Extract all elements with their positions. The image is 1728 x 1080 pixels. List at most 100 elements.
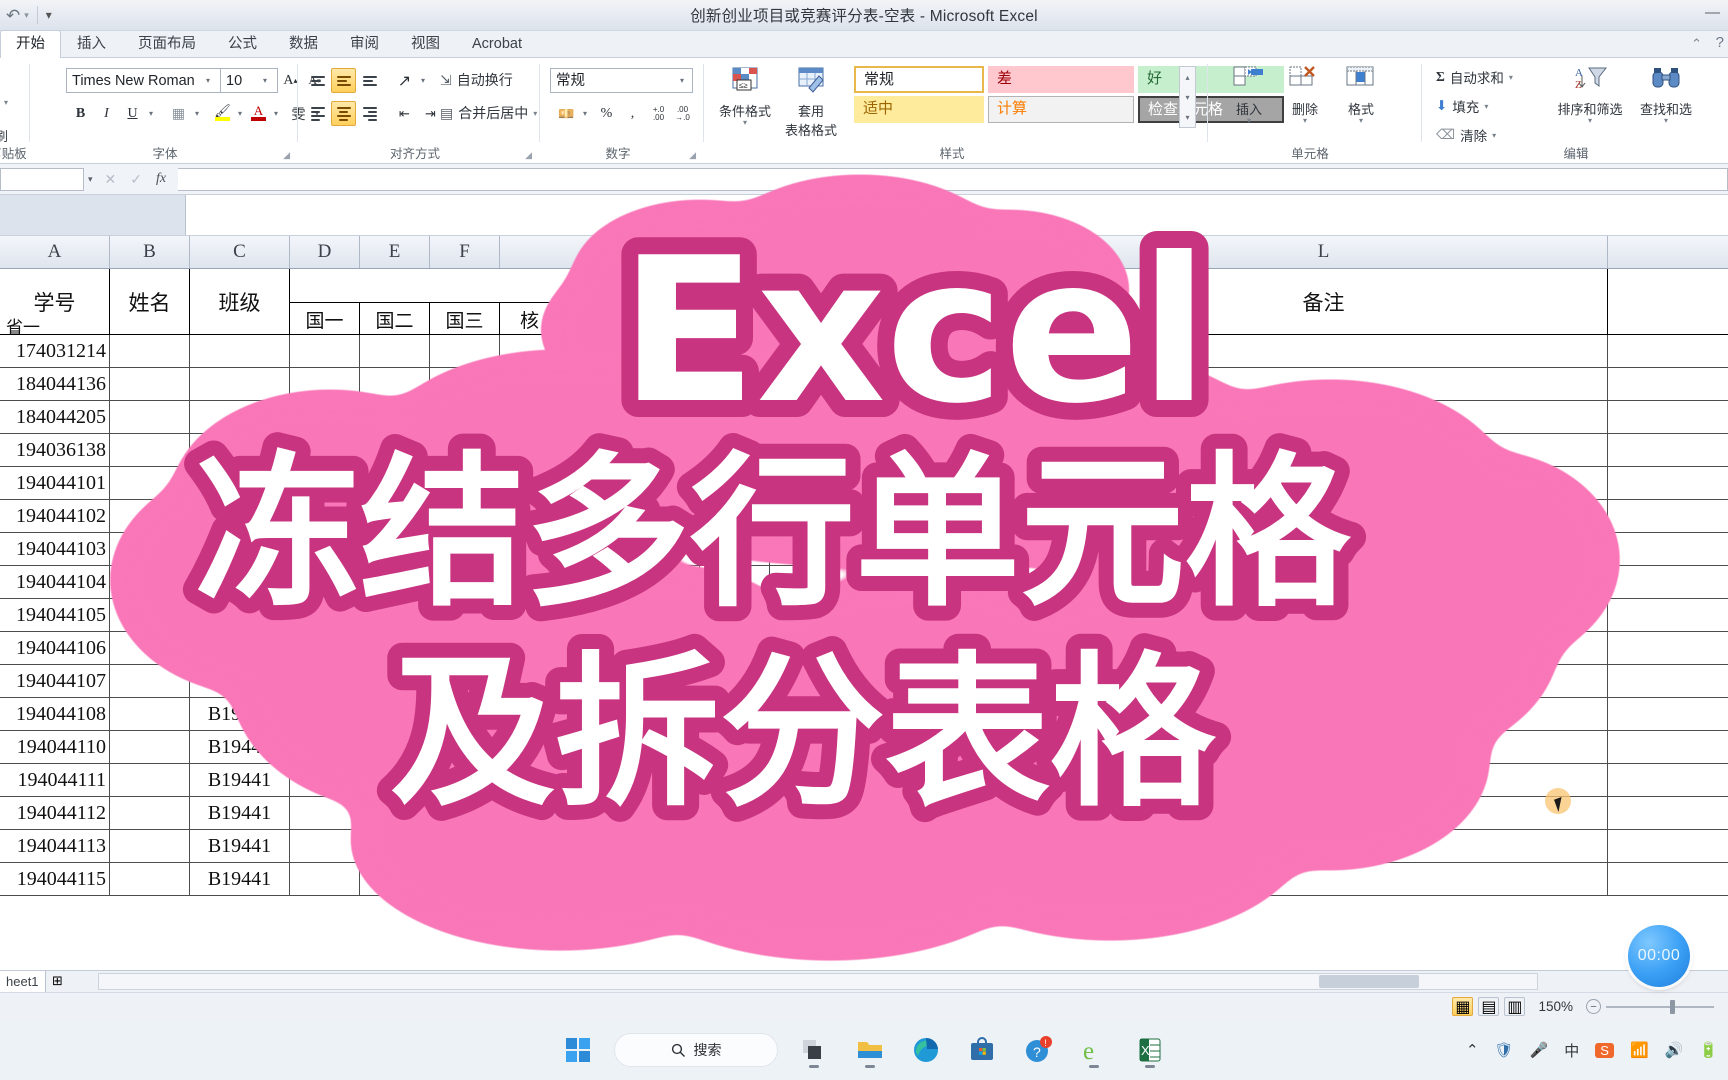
cell-empty[interactable] [110, 401, 190, 434]
table-row[interactable]: 194036138 [0, 434, 1728, 467]
cell-value[interactable] [900, 566, 1040, 599]
cell-empty[interactable] [770, 632, 840, 665]
cell-empty[interactable] [560, 401, 630, 434]
cell-id[interactable]: 194044101 [0, 467, 110, 500]
cell-empty[interactable] [110, 368, 190, 401]
borders-caret-icon[interactable]: ▾ [190, 101, 204, 126]
align-left-button[interactable] [305, 101, 330, 126]
cell-empty[interactable] [500, 566, 560, 599]
cell-style-calc[interactable]: 计算 [988, 96, 1134, 123]
tray-overflow-icon[interactable]: ⌃ [1466, 1041, 1479, 1059]
cell-empty[interactable] [360, 368, 430, 401]
cell-empty[interactable] [290, 632, 360, 665]
cell-empty[interactable] [1040, 368, 1608, 401]
insert-cells-button[interactable]: 插入 ▾ [1220, 64, 1278, 125]
cell-empty[interactable] [1040, 698, 1608, 731]
cell-empty[interactable] [430, 665, 500, 698]
cell-empty[interactable] [700, 863, 770, 896]
cell-empty[interactable] [500, 830, 560, 863]
cell-empty[interactable] [430, 335, 500, 368]
file-explorer-button[interactable] [850, 1030, 890, 1070]
cell-empty[interactable] [500, 533, 560, 566]
cell-empty[interactable] [290, 665, 360, 698]
security-shield-icon[interactable]: 🛡 [1495, 1041, 1514, 1059]
cell-cls[interactable]: B19441 [190, 863, 290, 896]
cell-cls[interactable] [190, 566, 290, 599]
bold-button[interactable]: B [68, 101, 93, 126]
cell-id[interactable]: 194044111 [0, 764, 110, 797]
cell-empty[interactable] [360, 731, 430, 764]
autosum-caret-icon[interactable]: ▾ [1509, 73, 1513, 82]
accounting-caret-icon[interactable]: ▾ [578, 101, 592, 126]
cell-id[interactable]: 194044115 [0, 863, 110, 896]
edge-button[interactable] [906, 1030, 946, 1070]
cell-empty[interactable] [630, 863, 700, 896]
cell-cls[interactable] [190, 368, 290, 401]
cell-empty[interactable] [700, 368, 770, 401]
cell-empty[interactable] [500, 368, 560, 401]
align-right-button[interactable] [357, 101, 382, 126]
format-as-table-button[interactable]: 套用 表格格式 [780, 66, 842, 139]
cell-empty[interactable] [360, 764, 430, 797]
cell-empty[interactable] [700, 698, 770, 731]
cell-id[interactable]: 194044113 [0, 830, 110, 863]
cell-empty[interactable] [840, 335, 900, 368]
cell-empty[interactable] [290, 533, 360, 566]
cell-empty[interactable] [770, 467, 840, 500]
cell-empty[interactable] [560, 467, 630, 500]
cell-empty[interactable] [1040, 863, 1608, 896]
cell-empty[interactable] [700, 764, 770, 797]
cell-empty[interactable] [360, 566, 430, 599]
cell-cls[interactable]: B19441 [190, 764, 290, 797]
cell-value[interactable] [900, 599, 1040, 632]
cell-empty[interactable] [770, 731, 840, 764]
cell-empty[interactable] [110, 467, 190, 500]
cell-style-normal[interactable]: 常规 [854, 66, 984, 93]
column-header-C[interactable]: C [190, 236, 290, 268]
cell-empty[interactable] [840, 533, 900, 566]
cell-empty[interactable] [1040, 335, 1608, 368]
volume-icon[interactable]: 🔊 [1665, 1041, 1684, 1059]
cell-empty[interactable] [770, 863, 840, 896]
accounting-format-button[interactable]: 💴 [554, 101, 579, 126]
cell-empty[interactable] [430, 830, 500, 863]
borders-button[interactable]: ▦ [166, 101, 191, 126]
cell-empty[interactable] [700, 401, 770, 434]
cell-empty[interactable] [430, 863, 500, 896]
merge-center-caret-icon[interactable]: ▾ [533, 109, 537, 118]
delete-cells-button[interactable]: 删除 ▾ [1276, 64, 1334, 125]
cell-empty[interactable] [1040, 533, 1608, 566]
cell-empty[interactable] [560, 665, 630, 698]
table-row[interactable]: 194044113 B19441 #VALUE! [0, 830, 1728, 863]
cell-value[interactable]: #VALUE! [900, 797, 1040, 830]
decrease-decimal-button[interactable]: .00 →.0 [670, 101, 695, 126]
fill-color-caret-icon[interactable]: ▾ [233, 101, 247, 126]
cell-empty[interactable] [770, 764, 840, 797]
column-header-F[interactable]: F [430, 236, 500, 268]
increase-decimal-button[interactable]: +.0.00 [646, 101, 671, 126]
table-row[interactable]: 194044106 B19441 [0, 632, 1728, 665]
cell-empty[interactable] [360, 434, 430, 467]
table-row[interactable]: 194044102 [0, 500, 1728, 533]
cell-empty[interactable] [630, 731, 700, 764]
wifi-icon[interactable]: 📶 [1630, 1041, 1649, 1059]
cell-id[interactable]: 194044105 [0, 599, 110, 632]
cell-empty[interactable] [290, 467, 360, 500]
cell-empty[interactable] [770, 368, 840, 401]
cell-empty[interactable] [500, 599, 560, 632]
cell-empty[interactable] [840, 401, 900, 434]
cell-empty[interactable] [630, 698, 700, 731]
cell-value[interactable] [900, 335, 1040, 368]
cell-empty[interactable] [560, 533, 630, 566]
cell-empty[interactable] [290, 863, 360, 896]
excel-button[interactable]: X [1130, 1030, 1170, 1070]
cell-empty[interactable] [110, 500, 190, 533]
cell-empty[interactable] [630, 665, 700, 698]
ribbon-tab-3[interactable]: 公式 [212, 30, 273, 58]
cell-empty[interactable] [360, 665, 430, 698]
cell-empty[interactable] [630, 401, 700, 434]
cell-empty[interactable] [700, 533, 770, 566]
styles-more-icon[interactable]: ▾ [1185, 113, 1189, 122]
cell-empty[interactable] [560, 863, 630, 896]
cell-id[interactable]: 194044107 [0, 665, 110, 698]
